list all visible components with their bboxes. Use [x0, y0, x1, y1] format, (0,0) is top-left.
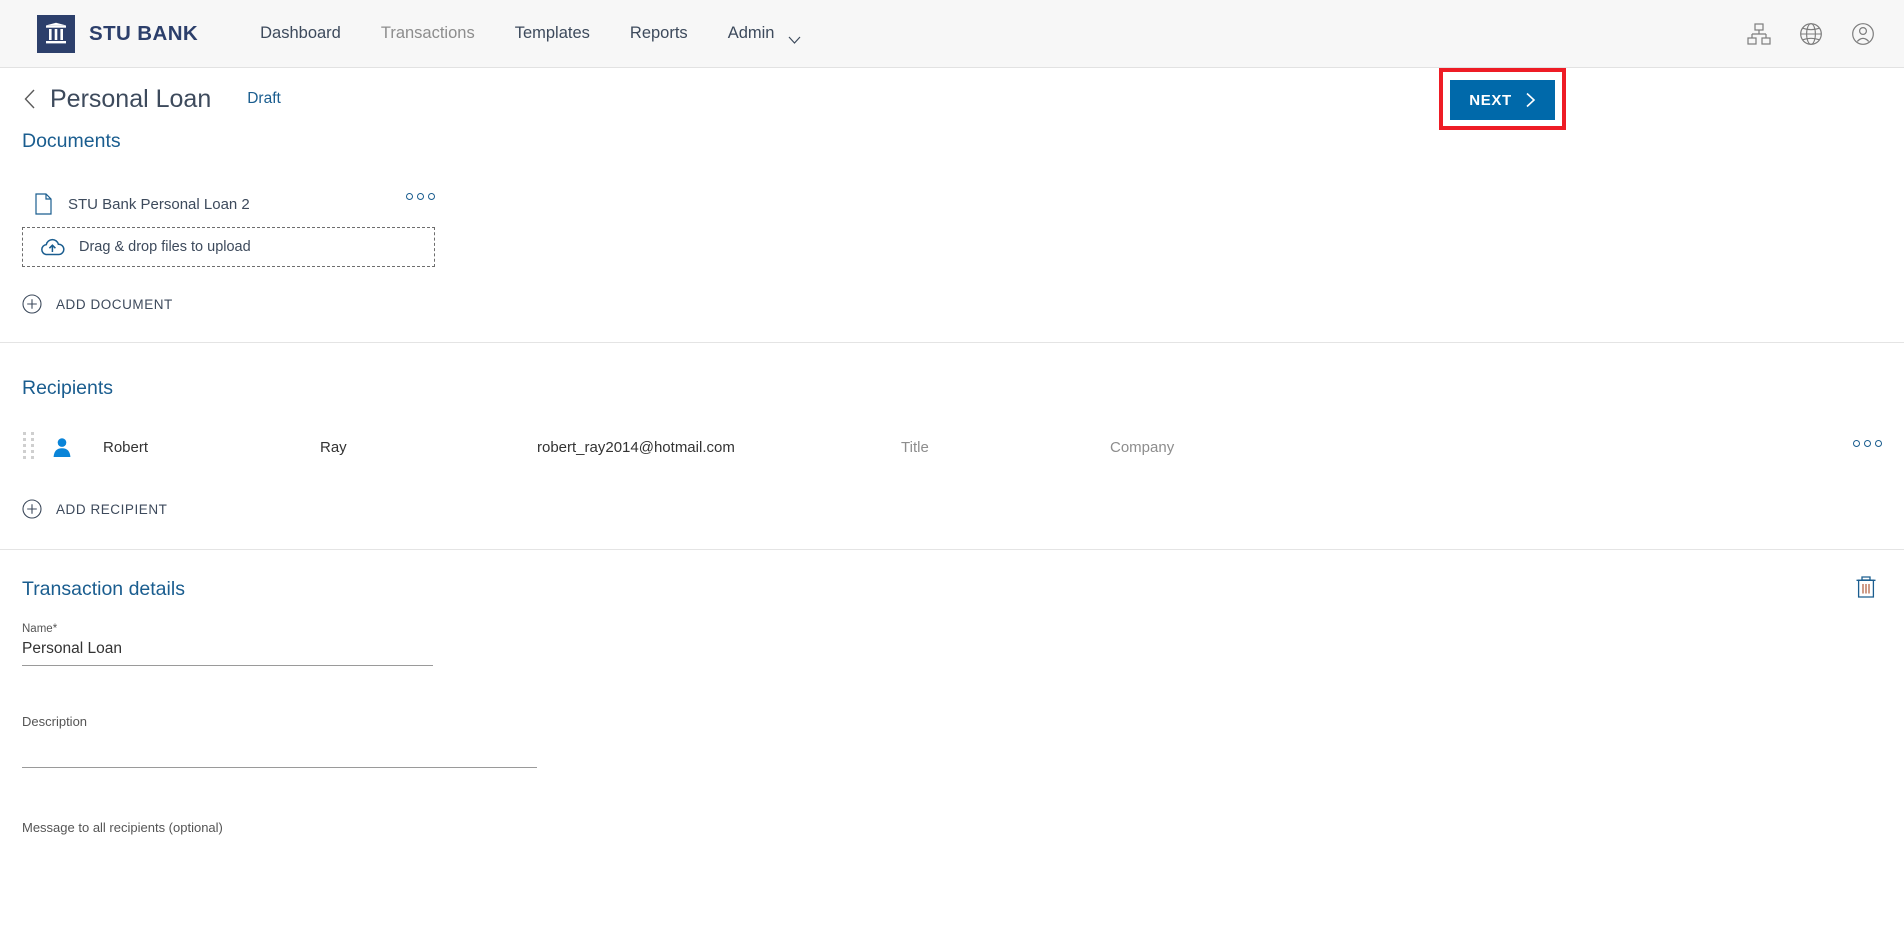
transaction-details-content: Transaction details Name* Description Me… [0, 550, 1904, 835]
nav-item-transactions[interactable]: Transactions [361, 18, 495, 49]
page-title: Personal Loan [50, 85, 211, 114]
nav-icon-group [1746, 0, 1876, 68]
nav-item-admin-label: Admin [728, 24, 775, 43]
recipient-first-name[interactable]: Robert [103, 439, 148, 456]
transaction-details-section: Transaction details Name* Description Me… [22, 550, 1882, 835]
person-icon [51, 436, 73, 458]
nav-item-reports[interactable]: Reports [610, 18, 708, 49]
document-name: STU Bank Personal Loan 2 [68, 196, 250, 213]
plus-circle-icon [22, 499, 42, 519]
globe-icon[interactable] [1798, 21, 1824, 47]
user-account-icon[interactable] [1850, 21, 1876, 47]
recipients-content: Recipients Robert Ray robert_ray2014@hot… [0, 343, 1904, 549]
transaction-message-label: Message to all recipients (optional) [22, 820, 1882, 835]
recipient-more-options-icon[interactable] [1853, 440, 1882, 447]
documents-section: Documents STU Bank Personal Loan 2 Drag [22, 130, 1882, 342]
brand-logo[interactable]: STU BANK [37, 15, 198, 53]
drag-handle-icon[interactable] [23, 432, 34, 462]
nav-item-dashboard[interactable]: Dashboard [240, 18, 361, 49]
trash-icon[interactable] [1854, 574, 1878, 600]
document-more-options-icon[interactable] [406, 193, 435, 200]
top-navigation-bar: STU BANK Dashboard Transactions Template… [0, 0, 1904, 68]
transaction-description-field: Description [22, 714, 1882, 768]
add-recipient-button[interactable]: ADD RECIPIENT [22, 499, 167, 519]
transaction-name-field: Name* [22, 623, 1882, 666]
chevron-right-icon [1525, 92, 1536, 108]
cloud-upload-icon [40, 238, 65, 257]
recipient-row[interactable]: Robert Ray robert_ray2014@hotmail.com Ti… [22, 422, 1882, 472]
recipients-section: Recipients Robert Ray robert_ray2014@hot… [22, 343, 1882, 549]
transaction-name-input[interactable] [22, 640, 433, 666]
status-badge: Draft [247, 90, 281, 108]
add-recipient-label: ADD RECIPIENT [56, 502, 167, 517]
plus-circle-icon [22, 294, 42, 314]
transaction-name-label-text: Name [22, 623, 53, 635]
transaction-message-field: Message to all recipients (optional) [22, 820, 1882, 835]
chevron-left-icon[interactable] [22, 88, 38, 110]
add-document-button[interactable]: ADD DOCUMENT [22, 294, 173, 314]
next-button-label: NEXT [1469, 92, 1511, 109]
nav-item-templates[interactable]: Templates [495, 18, 610, 49]
add-document-label: ADD DOCUMENT [56, 297, 173, 312]
recipient-title[interactable]: Title [901, 439, 929, 456]
next-button[interactable]: NEXT [1450, 80, 1555, 120]
main-nav-links: Dashboard Transactions Templates Reports… [240, 18, 821, 49]
page-content: Documents STU Bank Personal Loan 2 Drag [0, 130, 1904, 342]
page-header: Personal Loan Draft [0, 68, 1904, 130]
brand-name: STU BANK [89, 22, 198, 46]
recipient-last-name[interactable]: Ray [320, 439, 347, 456]
transaction-details-heading: Transaction details [22, 578, 1882, 601]
transaction-description-input[interactable] [22, 742, 537, 768]
file-dropzone[interactable]: Drag & drop files to upload [22, 227, 435, 267]
bank-columns-icon [37, 15, 75, 53]
transaction-description-label: Description [22, 714, 1882, 729]
documents-heading: Documents [22, 130, 1882, 153]
document-list-item[interactable]: STU Bank Personal Loan 2 [22, 183, 435, 225]
transaction-name-label: Name* [22, 623, 1882, 635]
chevron-down-icon [788, 30, 801, 38]
nav-item-admin[interactable]: Admin [708, 18, 822, 49]
recipient-email[interactable]: robert_ray2014@hotmail.com [537, 439, 735, 456]
recipient-company[interactable]: Company [1110, 439, 1174, 456]
file-icon [35, 193, 52, 215]
dropzone-label: Drag & drop files to upload [79, 239, 251, 255]
required-asterisk: * [53, 623, 57, 635]
sitemap-icon[interactable] [1746, 21, 1772, 47]
recipients-heading: Recipients [22, 377, 1882, 400]
